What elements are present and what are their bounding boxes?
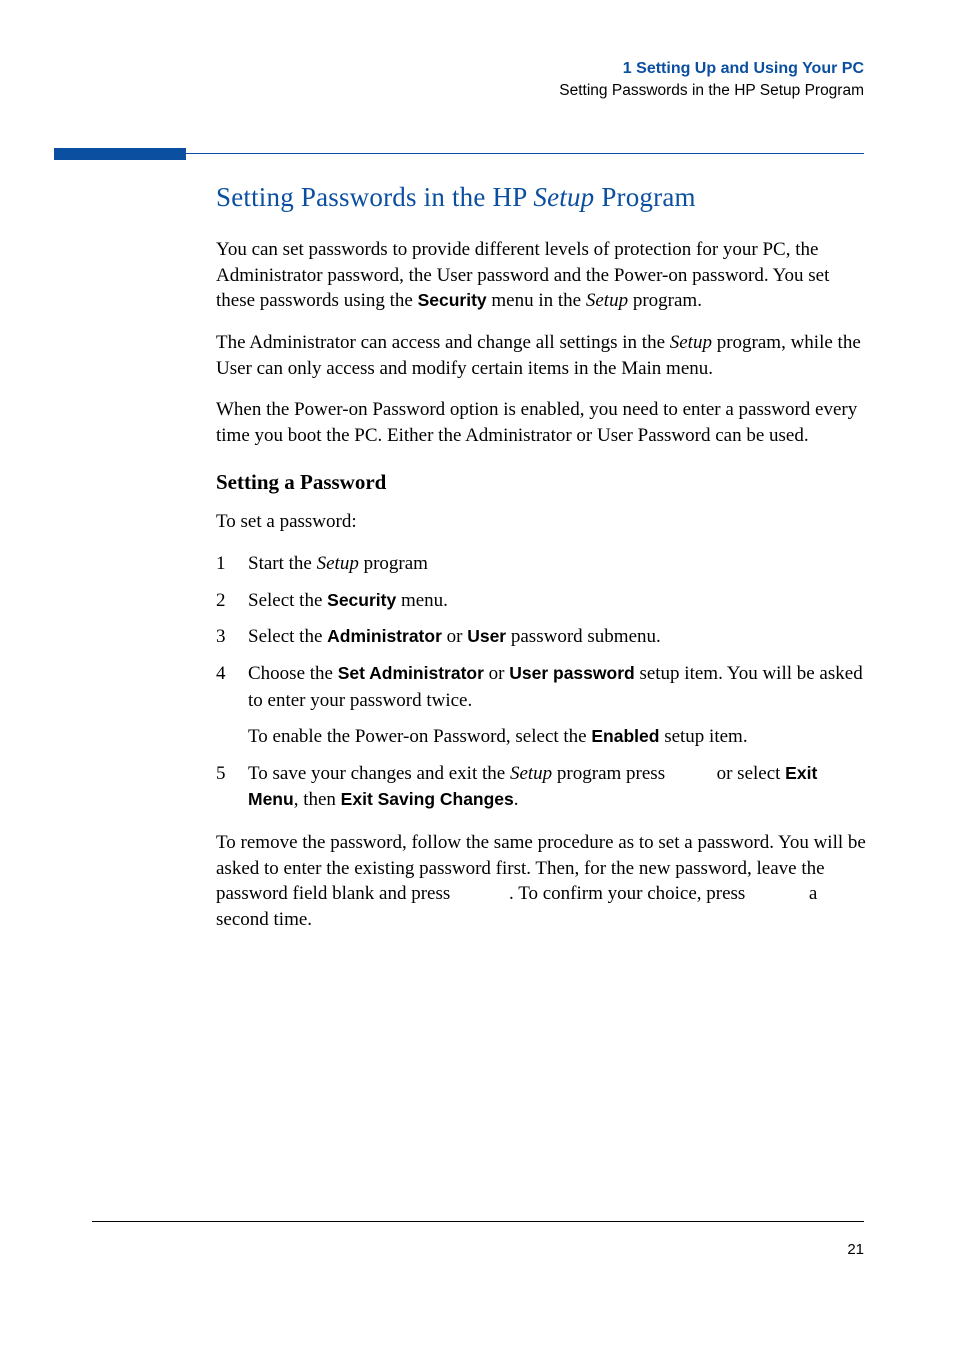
list-item: 2 Select the Security menu. — [216, 588, 866, 615]
header-chapter: 1 Setting Up and Using Your PC — [559, 58, 864, 80]
list-body: Select the Administrator or User passwor… — [248, 624, 866, 651]
s3-text: Select the — [248, 626, 327, 647]
list-number: 5 — [216, 761, 248, 814]
list-number: 4 — [216, 661, 248, 751]
paragraph-final: To remove the password, follow the same … — [216, 830, 866, 933]
list-intro: To set a password: — [216, 509, 866, 535]
page: 1 Setting Up and Using Your PC Setting P… — [0, 0, 954, 1352]
s4-sub-text: To enable the Power-on Password, select … — [248, 726, 591, 747]
heading-text-post: Program — [594, 182, 695, 212]
s2-text: Select the — [248, 590, 327, 611]
list-number: 1 — [216, 551, 248, 578]
s2-text2: menu. — [396, 590, 448, 611]
list-number: 2 — [216, 588, 248, 615]
running-header: 1 Setting Up and Using Your PC Setting P… — [559, 58, 864, 102]
s2-bold: Security — [327, 590, 396, 610]
ordered-list: 1 Start the Setup program 2 Select the S… — [216, 551, 866, 814]
page-number: 21 — [847, 1241, 864, 1258]
header-subtitle: Setting Passwords in the HP Setup Progra… — [559, 80, 864, 102]
list-item: 4 Choose the Set Administrator or User p… — [216, 661, 866, 751]
s5-text2: program press — [552, 763, 670, 784]
list-body: Select the Security menu. — [248, 588, 866, 615]
s3-text2: or — [442, 626, 467, 647]
list-item: 3 Select the Administrator or User passw… — [216, 624, 866, 651]
list-item: 1 Start the Setup program — [216, 551, 866, 578]
main-heading: Setting Passwords in the HP Setup Progra… — [216, 182, 866, 213]
p2-text: The Administrator can access and change … — [216, 332, 670, 353]
s1-text: Start the — [248, 553, 317, 574]
header-rule — [186, 153, 864, 154]
s5-text5: . — [514, 789, 519, 810]
p1-italic: Setup — [586, 290, 628, 311]
s5-text3: or select — [712, 763, 785, 784]
s3-bold2: User — [467, 626, 506, 646]
s4-text2: or — [484, 663, 509, 684]
s3-text3: password submenu. — [506, 626, 661, 647]
paragraph-2: The Administrator can access and change … — [216, 330, 866, 381]
list-item: 5 To save your changes and exit the Setu… — [216, 761, 866, 814]
section-tab-bar — [54, 148, 186, 160]
s1-italic: Setup — [317, 553, 359, 574]
list-number: 3 — [216, 624, 248, 651]
p1-text2: menu in the — [487, 290, 586, 311]
list-sub-paragraph: To enable the Power-on Password, select … — [248, 724, 866, 751]
paragraph-1: You can set passwords to provide differe… — [216, 237, 866, 314]
pf-text2: . To confirm your choice, press — [509, 883, 750, 904]
s4-bold: Set Administrator — [338, 663, 484, 683]
s5-italic: Setup — [510, 763, 552, 784]
s5-bold2: Exit Saving Changes — [341, 789, 514, 809]
list-body: Start the Setup program — [248, 551, 866, 578]
s4-text: Choose the — [248, 663, 338, 684]
list-body: To save your changes and exit the Setup … — [248, 761, 866, 814]
s5-text: To save your changes and exit the — [248, 763, 510, 784]
s3-bold: Administrator — [327, 626, 442, 646]
p1-text3: program. — [628, 290, 702, 311]
heading-text-italic: Setup — [533, 182, 594, 212]
list-body: Choose the Set Administrator or User pas… — [248, 661, 866, 751]
s4-sub-text2: setup item. — [659, 726, 747, 747]
content-area: Setting Passwords in the HP Setup Progra… — [216, 182, 866, 948]
sub-heading: Setting a Password — [216, 470, 866, 495]
p1-bold: Security — [418, 290, 487, 310]
p2-italic: Setup — [670, 332, 712, 353]
s1-text2: program — [359, 553, 428, 574]
heading-text-pre: Setting Passwords in the HP — [216, 182, 533, 212]
s5-text4: , then — [294, 789, 341, 810]
s4-sub-bold: Enabled — [591, 726, 659, 746]
footer-rule — [92, 1221, 864, 1222]
s4-bold2: User password — [509, 663, 634, 683]
paragraph-3: When the Power-on Password option is ena… — [216, 397, 866, 448]
